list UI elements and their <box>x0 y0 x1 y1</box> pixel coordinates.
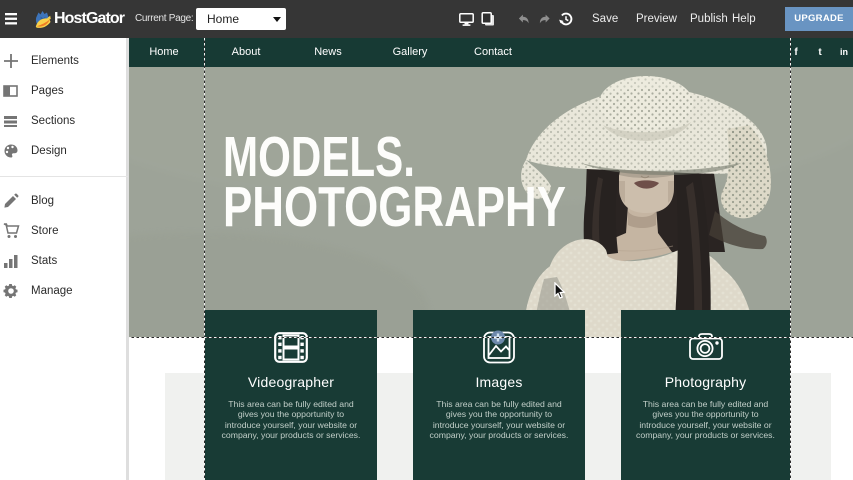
svg-text:PHOTOGRAPHY: PHOTOGRAPHY <box>223 175 566 239</box>
